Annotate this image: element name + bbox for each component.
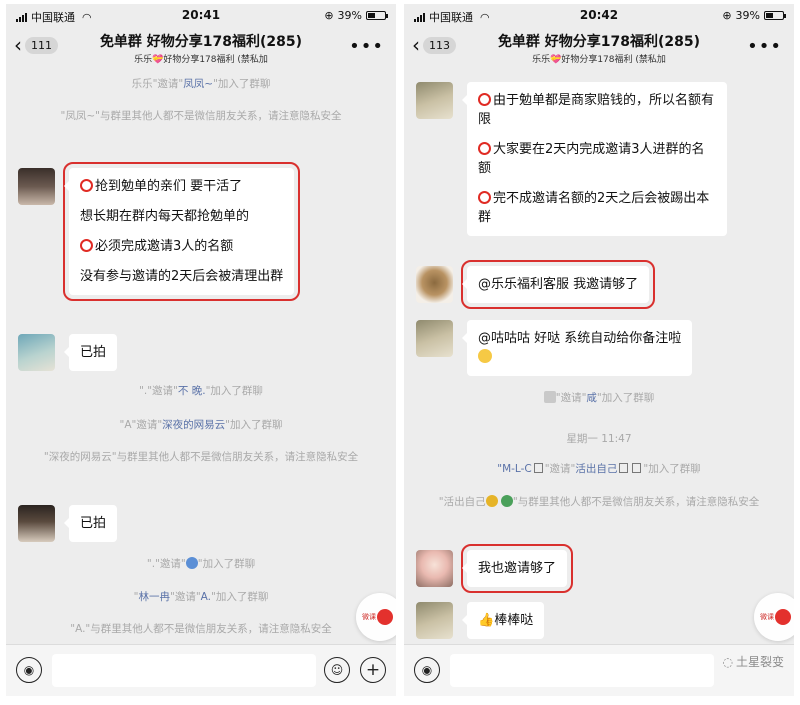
red-circle-icon bbox=[478, 191, 491, 204]
smile-emoji-icon bbox=[478, 349, 492, 363]
battery-icon bbox=[764, 11, 786, 20]
voice-icon[interactable]: ◉ bbox=[414, 657, 440, 683]
message-row: 抢到勉单的亲们 要干活了 想长期在群内每天都抢勉单的 必须完成邀请3人的名额 没… bbox=[18, 162, 376, 301]
status-bar: 中国联通 ◠ 20:42 ⊕ 39% bbox=[404, 4, 794, 28]
system-notice: 乐乐"邀请"凤凤~"加入了群聊 bbox=[131, 78, 271, 90]
system-notice: "林一冉"邀请"A."加入了群聊 bbox=[133, 591, 269, 603]
system-notice: "."邀请" "加入了群聊 bbox=[146, 557, 256, 570]
red-circle-icon bbox=[478, 142, 491, 155]
avatar-emoji-icon bbox=[543, 391, 556, 403]
avatar[interactable] bbox=[416, 266, 453, 303]
message-row: 已拍 bbox=[18, 334, 376, 371]
system-notice: "邀请"咸"加入了群聊 bbox=[424, 390, 774, 407]
chat-screen-right: 中国联通 ◠ 20:42 ⊕ 39% ‹ 113 免单群 好物分享178福利(2… bbox=[404, 4, 794, 696]
wechat-icon: ◌ bbox=[722, 654, 733, 669]
system-notice: "M-L-C "邀请"活出自己 "加入了群聊 bbox=[497, 463, 701, 475]
message-bubble[interactable]: 👍棒棒哒 bbox=[461, 602, 545, 639]
watermark: ◌ 土星裂变 bbox=[722, 654, 785, 670]
avatar[interactable] bbox=[18, 168, 55, 205]
more-icon[interactable]: ••• bbox=[747, 36, 782, 57]
message-input[interactable] bbox=[450, 654, 714, 687]
avatar[interactable] bbox=[416, 82, 453, 119]
plus-icon[interactable]: + bbox=[360, 657, 386, 683]
badge-dot-icon bbox=[775, 609, 791, 625]
group-title: 免单群 好物分享178福利(285) bbox=[99, 34, 303, 50]
back-button[interactable]: ‹ 111 bbox=[14, 35, 58, 55]
nav-bar: ‹ 113 免单群 好物分享178福利(285) 乐乐💝好物分享178福利 (禁… bbox=[404, 28, 794, 68]
message-bubble[interactable]: 已拍 bbox=[63, 334, 118, 371]
message-bubble[interactable]: 由于勉单都是商家赔钱的，所以名额有限 大家要在2天内完成邀请3人进群的名额 完不… bbox=[462, 82, 727, 236]
chevron-left-icon: ‹ bbox=[412, 33, 420, 57]
message-bubble[interactable]: @咕咕咕 好哒 系统自动给你备注啦 bbox=[461, 320, 693, 376]
battery-percent: 39% bbox=[735, 9, 760, 22]
floating-badge[interactable]: 微课 bbox=[356, 593, 396, 641]
message-bubble[interactable]: 我也邀请够了 bbox=[460, 544, 574, 593]
sunflower-emoji-icon bbox=[485, 495, 498, 507]
chat-screen-left: 中国联通 ◠ 20:41 ⊕ 39% ‹ 111 免单群 好物分享178福利(2… bbox=[6, 4, 396, 696]
red-circle-icon bbox=[80, 239, 93, 252]
system-notice: "凤凤~"与群里其他人都不是微信朋友关系，请注意隐私安全 bbox=[60, 110, 342, 122]
message-bubble[interactable]: 已拍 bbox=[63, 505, 118, 542]
battery-icon bbox=[366, 11, 388, 20]
message-row: 我也邀请够了 bbox=[416, 544, 774, 593]
red-circle-icon bbox=[478, 93, 491, 106]
message-input[interactable] bbox=[52, 654, 316, 687]
input-bar: ◉ ☺ + bbox=[6, 644, 396, 696]
group-subtitle: 乐乐💝好物分享178福利 (禁私加 bbox=[532, 55, 666, 65]
battery-percent: 39% bbox=[337, 9, 362, 22]
system-notice: "."邀请"不 晚."加入了群聊 bbox=[139, 385, 263, 397]
rotation-lock-icon: ⊕ bbox=[722, 9, 732, 22]
message-bubble[interactable]: @乐乐福利客服 我邀请够了 bbox=[460, 260, 656, 309]
voice-icon[interactable]: ◉ bbox=[16, 657, 42, 683]
system-notice: "活出自己 "与群里其他人都不是微信朋友关系，请注意隐私安全 bbox=[438, 495, 760, 508]
message-row: 👍棒棒哒 bbox=[416, 602, 774, 639]
input-bar: ◉ ◌ 土星裂变 bbox=[404, 644, 794, 696]
avatar[interactable] bbox=[416, 602, 453, 639]
message-row: @乐乐福利客服 我邀请够了 bbox=[416, 260, 774, 309]
fish-emoji-icon bbox=[185, 557, 198, 569]
back-button[interactable]: ‹ 113 bbox=[412, 35, 456, 55]
thumbs-up-icon: 👍 bbox=[478, 613, 495, 628]
rotation-lock-icon: ⊕ bbox=[324, 9, 334, 22]
nav-bar: ‹ 111 免单群 好物分享178福利(285) 乐乐💝好物分享178福利 (禁… bbox=[6, 28, 396, 68]
unread-count: 111 bbox=[25, 36, 58, 54]
message-row: 由于勉单都是商家赔钱的，所以名额有限 大家要在2天内完成邀请3人进群的名额 完不… bbox=[416, 82, 774, 236]
group-subtitle: 乐乐💝好物分享178福利 (禁私加 bbox=[134, 55, 268, 65]
system-notice: "A"邀请"深夜的网易云"加入了群聊 bbox=[119, 419, 283, 431]
group-title: 免单群 好物分享178福利(285) bbox=[497, 34, 701, 50]
message-list: 由于勉单都是商家赔钱的，所以名额有限 大家要在2天内完成邀请3人进群的名额 完不… bbox=[404, 68, 794, 644]
avatar[interactable] bbox=[18, 334, 55, 371]
avatar[interactable] bbox=[18, 505, 55, 542]
red-circle-icon bbox=[80, 179, 93, 192]
floating-badge[interactable]: 微课 bbox=[754, 593, 794, 641]
message-row: 已拍 bbox=[18, 505, 376, 542]
status-bar: 中国联通 ◠ 20:41 ⊕ 39% bbox=[6, 4, 396, 28]
emoji-icon[interactable]: ☺ bbox=[324, 657, 350, 683]
message-list: 乐乐"邀请"凤凤~"加入了群聊 "凤凤~"与群里其他人都不是微信朋友关系，请注意… bbox=[6, 68, 396, 644]
chevron-left-icon: ‹ bbox=[14, 33, 22, 57]
clover-emoji-icon bbox=[500, 495, 513, 507]
unread-count: 113 bbox=[423, 36, 456, 54]
system-notice: "A."与群里其他人都不是微信朋友关系，请注意隐私安全 bbox=[70, 623, 332, 635]
badge-dot-icon bbox=[377, 609, 393, 625]
timestamp: 星期一 11:47 bbox=[566, 433, 632, 445]
avatar[interactable] bbox=[416, 320, 453, 357]
more-icon[interactable]: ••• bbox=[349, 36, 384, 57]
avatar[interactable] bbox=[416, 550, 453, 587]
message-row: @咕咕咕 好哒 系统自动给你备注啦 bbox=[416, 320, 774, 376]
system-notice: "深夜的网易云"与群里其他人都不是微信朋友关系，请注意隐私安全 bbox=[43, 451, 359, 463]
message-bubble[interactable]: 抢到勉单的亲们 要干活了 想长期在群内每天都抢勉单的 必须完成邀请3人的名额 没… bbox=[62, 162, 301, 301]
